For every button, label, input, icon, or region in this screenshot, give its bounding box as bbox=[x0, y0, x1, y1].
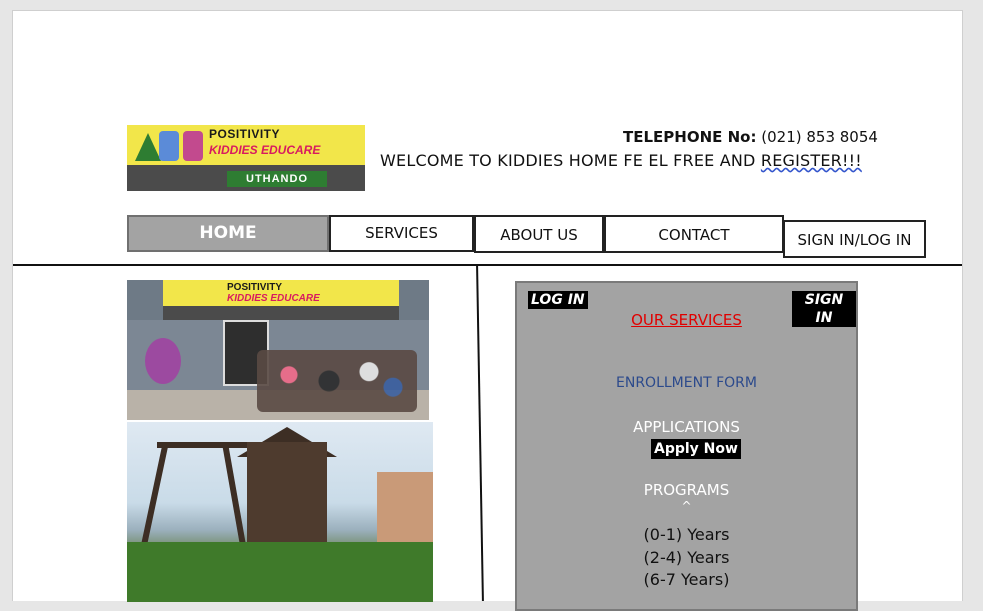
login-tag[interactable]: LOG IN bbox=[528, 291, 588, 309]
playground-photo bbox=[127, 422, 433, 602]
nav-contact-button[interactable]: CONTACT bbox=[604, 215, 784, 253]
welcome-message: WELCOME TO KIDDIES HOME FE EL FREE AND R… bbox=[380, 151, 862, 170]
photo-sign-lower bbox=[163, 306, 399, 320]
telephone-number: (021) 853 8054 bbox=[761, 128, 878, 146]
vertical-divider bbox=[476, 266, 484, 601]
logo-text-positivity: POSITIVITY bbox=[209, 127, 281, 141]
logo-text-uthando: UTHANDO bbox=[227, 171, 327, 187]
photo-sign-text: POSITIVITY bbox=[227, 282, 283, 293]
welcome-text: WELCOME TO KIDDIES HOME FE EL FREE AND bbox=[380, 151, 761, 170]
logo-character-icon bbox=[159, 131, 179, 161]
program-age-item: (6-7 Years) bbox=[643, 570, 730, 589]
photo-sign-text: KIDDIES EDUCARE bbox=[227, 293, 320, 304]
playground-wall bbox=[377, 472, 433, 552]
nav-services-button[interactable]: SERVICES bbox=[329, 215, 474, 252]
program-age-item: (0-1) Years bbox=[643, 525, 730, 544]
playground-grass bbox=[127, 542, 433, 602]
services-panel: LOG IN SIGN IN OUR SERVICES ENROLLMENT F… bbox=[515, 281, 858, 611]
welcome-register-text: REGISTER!!! bbox=[760, 151, 862, 170]
nav-about-button[interactable]: ABOUT US bbox=[474, 215, 604, 253]
photo-mascot bbox=[145, 338, 181, 384]
photo-children-group bbox=[257, 350, 417, 412]
playhouse-frame bbox=[247, 442, 327, 552]
swing-bar bbox=[157, 442, 247, 448]
logo-image: POSITIVITY KIDDIES EDUCARE UTHANDO bbox=[127, 125, 365, 191]
programs-heading: PROGRAMS bbox=[643, 481, 730, 499]
school-front-photo: POSITIVITY KIDDIES EDUCARE bbox=[127, 280, 429, 420]
document-page: POSITIVITY KIDDIES EDUCARE UTHANDO TELEP… bbox=[12, 10, 963, 611]
telephone-label: TELEPHONE No: bbox=[623, 128, 757, 146]
apply-now-button[interactable]: Apply Now bbox=[651, 439, 741, 459]
applications-heading: APPLICATIONS bbox=[633, 418, 740, 436]
programs-caret: ^ bbox=[681, 499, 692, 513]
our-services-link[interactable]: OUR SERVICES bbox=[517, 311, 856, 329]
logo-character-icon bbox=[183, 131, 203, 161]
logo-triangle-icon bbox=[135, 133, 161, 161]
logo-text-kiddies: KIDDIES EDUCARE bbox=[209, 143, 321, 157]
enrollment-form-link[interactable]: ENROLLMENT FORM bbox=[517, 375, 856, 391]
telephone-line: TELEPHONE No: (021) 853 8054 bbox=[623, 128, 878, 146]
nav-home-button[interactable]: HOME bbox=[127, 215, 329, 252]
nav-signin-button[interactable]: SIGN IN/LOG IN bbox=[783, 220, 926, 258]
program-age-item: (2-4) Years bbox=[643, 548, 730, 567]
horizontal-divider bbox=[13, 264, 962, 266]
